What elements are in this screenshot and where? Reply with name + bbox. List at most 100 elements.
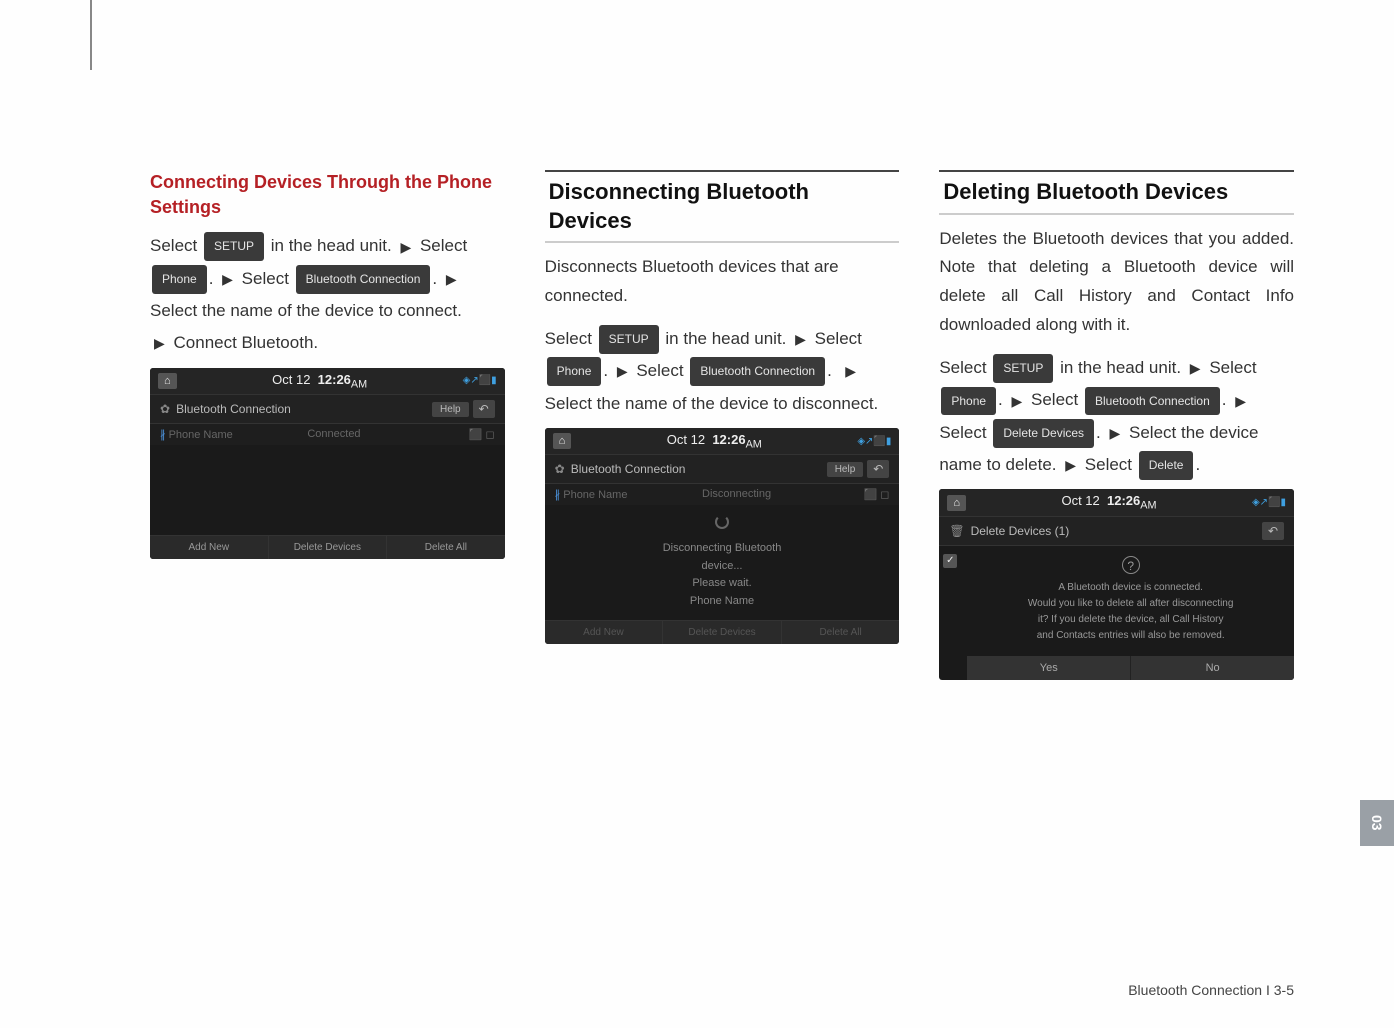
back-button: ↶ — [867, 460, 889, 478]
text-select2: Select — [420, 236, 467, 255]
help-button: Help — [827, 462, 864, 477]
text-select5: Select — [1085, 455, 1137, 474]
bt-icon: ∦ — [555, 489, 561, 501]
chip-delete-devices: Delete Devices — [993, 419, 1094, 448]
shot-time: 12:26 — [1107, 493, 1140, 508]
shot-body-empty — [150, 445, 505, 535]
shot-body-progress: Disconnecting Bluetooth device... Please… — [545, 505, 900, 620]
msg-line1: Disconnecting Bluetooth — [555, 540, 890, 558]
page-footer: Bluetooth Connection I 3-5 — [1128, 982, 1294, 998]
chip-phone: Phone — [152, 265, 207, 294]
shot-header-title: Bluetooth Connection — [176, 402, 291, 416]
no-button: No — [1131, 656, 1294, 680]
yes-button: Yes — [967, 656, 1131, 680]
shot-time: 12:26 — [318, 372, 351, 387]
text-select: Select — [150, 236, 202, 255]
text-select3: Select — [242, 269, 294, 288]
arrow-icon: ▶ — [222, 271, 233, 287]
text-in-head-unit: in the head unit. — [271, 236, 397, 255]
screenshot-bt-connection: ⌂ Oct 12 12:26AM ◈↗⬛▮ ✿ Bluetooth Connec… — [150, 368, 505, 560]
arrow-icon: ▶ — [1190, 360, 1201, 376]
arrow-icon: ▶ — [1235, 393, 1246, 409]
help-button: Help — [432, 402, 469, 417]
arrow-icon: ▶ — [446, 271, 457, 287]
chip-setup: SETUP — [993, 354, 1053, 383]
shot-header-title: Delete Devices (1) — [971, 524, 1070, 538]
shot-list-row: ∦ Phone Name Disconnecting ⬛ ◻ — [545, 484, 900, 505]
footer-add-new: Add New — [545, 621, 664, 644]
dialog-row: ✓ ? A Bluetooth device is connected. Wou… — [939, 546, 1294, 680]
arrow-icon: ▶ — [1109, 425, 1120, 441]
arrow-icon: ▶ — [617, 363, 628, 379]
text-in-head-unit: in the head unit. — [1060, 358, 1186, 377]
home-icon: ⌂ — [947, 495, 966, 511]
msg-line3: Please wait. — [555, 575, 890, 593]
check-column: ✓ — [939, 546, 967, 680]
status-icons: ◈↗⬛▮ — [463, 375, 497, 386]
chip-delete: Delete — [1139, 451, 1194, 480]
dialog-line2: Would you like to delete all after disco… — [987, 596, 1274, 612]
text-select3: Select — [636, 361, 688, 380]
shot-header-title: Bluetooth Connection — [571, 462, 686, 476]
footer-add-new: Add New — [150, 536, 269, 559]
intro-col2: Disconnects Bluetooth devices that are c… — [545, 253, 900, 311]
screenshot-delete-dialog: ⌂ Oct 12 12:26AM ◈↗⬛▮ 🗑 Delete Devices (… — [939, 489, 1294, 680]
back-button: ↶ — [1262, 522, 1284, 540]
text-select3: Select — [1031, 390, 1083, 409]
shot-header: 🗑 Delete Devices (1) ↶ — [939, 517, 1294, 546]
heading-connecting: Connecting Devices Through the Phone Set… — [150, 170, 505, 220]
text-select: Select — [545, 329, 597, 348]
arrow-icon: ▶ — [1012, 393, 1023, 409]
heading-deleting: Deleting Bluetooth Devices — [943, 178, 1290, 207]
arrow-icon: ▶ — [154, 335, 165, 351]
dialog-body: ? A Bluetooth device is connected. Would… — [967, 546, 1294, 656]
dialog-line1: A Bluetooth device is connected. — [987, 580, 1274, 596]
status-icons: ◈↗⬛▮ — [1252, 497, 1286, 508]
bt-icon: ∦ — [160, 429, 166, 441]
text-in-head-unit: in the head unit. — [665, 329, 791, 348]
arrow-icon: ▶ — [845, 363, 856, 379]
shot-list-row: ∦ Phone Name Connected ⬛ ◻ — [150, 424, 505, 445]
intro-col3: Deletes the Bluetooth devices that you a… — [939, 225, 1294, 341]
shot-footer: Add New Delete Devices Delete All — [545, 620, 900, 644]
chip-bt-conn: Bluetooth Connection — [296, 265, 431, 294]
gear-icon: ✿ — [555, 462, 565, 476]
footer-delete-all: Delete All — [782, 621, 900, 644]
shot-ampm: AM — [351, 378, 367, 390]
chip-setup: SETUP — [599, 325, 659, 354]
screenshot-disconnecting: ⌂ Oct 12 12:26AM ◈↗⬛▮ ✿ Bluetooth Connec… — [545, 428, 900, 645]
shot-ampm: AM — [746, 438, 762, 450]
instructions-col3: Select SETUP in the head unit. ▶ Select … — [939, 352, 1294, 481]
footer-delete-all: Delete All — [387, 536, 505, 559]
text-select2: Select — [1209, 358, 1256, 377]
shot-date: Oct 12 — [667, 432, 705, 447]
msg-line4: Phone Name — [555, 593, 890, 611]
shot-datetime: Oct 12 12:26AM — [571, 432, 857, 451]
dialog-line3: it? If you delete the device, all Call H… — [987, 612, 1274, 628]
shot-time: 12:26 — [712, 432, 745, 447]
shot-header: ✿ Bluetooth Connection Help ↶ — [545, 455, 900, 484]
text-select2: Select — [815, 329, 862, 348]
column-1: Connecting Devices Through the Phone Set… — [150, 170, 505, 680]
back-button: ↶ — [473, 400, 495, 418]
chip-phone: Phone — [547, 357, 602, 386]
device-name: ∦ Phone Name — [555, 488, 702, 501]
msg-line2: device... — [555, 558, 890, 576]
text-select: Select — [939, 358, 991, 377]
shot-datetime: Oct 12 12:26AM — [966, 493, 1252, 512]
column-3: Deleting Bluetooth Devices Deletes the B… — [939, 170, 1294, 680]
chip-setup: SETUP — [204, 232, 264, 261]
footer-delete-devices: Delete Devices — [663, 621, 782, 644]
device-icons: ⬛ ◻ — [849, 488, 889, 501]
heading-box-deleting: Deleting Bluetooth Devices — [939, 170, 1294, 215]
instructions-col1: Select SETUP in the head unit. ▶ Select … — [150, 230, 505, 359]
checkbox-icon: ✓ — [943, 554, 957, 568]
question-icon: ? — [1122, 556, 1140, 574]
status-icons: ◈↗⬛▮ — [857, 436, 891, 447]
shot-topbar: ⌂ Oct 12 12:26AM ◈↗⬛▮ — [939, 489, 1294, 517]
instructions-col2: Select SETUP in the head unit. ▶ Select … — [545, 323, 900, 420]
chip-phone: Phone — [941, 387, 996, 416]
arrow-icon: ▶ — [795, 331, 806, 347]
column-2: Disconnecting Bluetooth Devices Disconne… — [545, 170, 900, 680]
shot-header: ✿ Bluetooth Connection Help ↶ — [150, 395, 505, 424]
